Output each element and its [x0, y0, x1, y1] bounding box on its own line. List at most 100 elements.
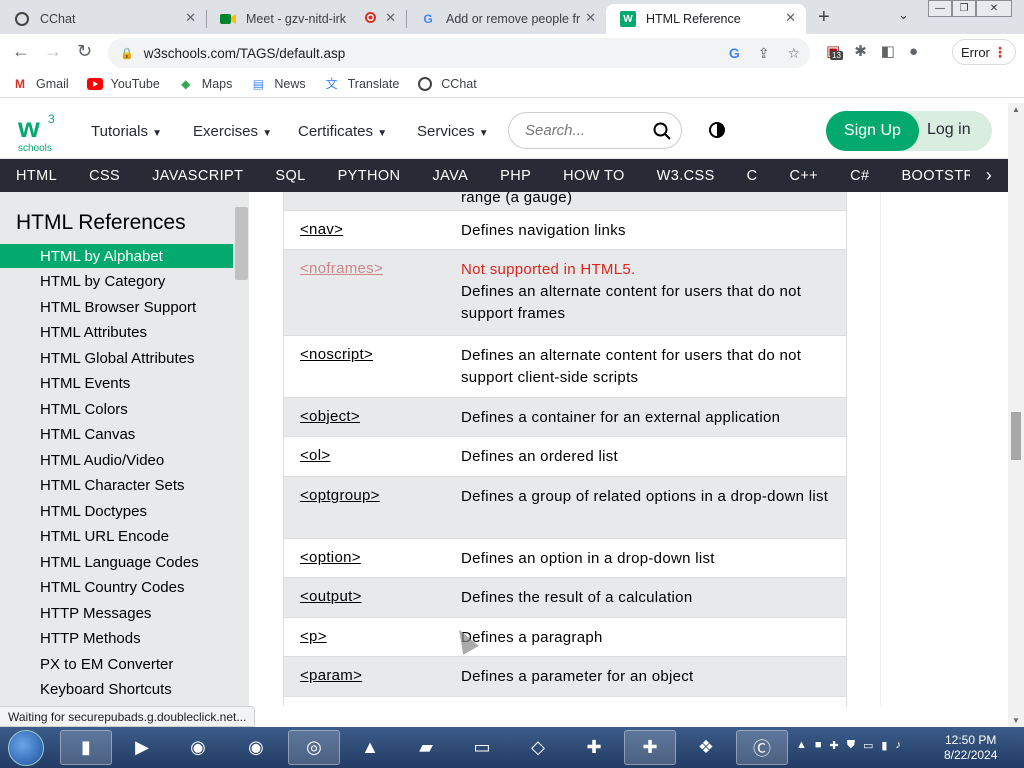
- bookmark-translate[interactable]: 文 Translate: [324, 77, 400, 92]
- tray-expand-icon[interactable]: ▲: [796, 739, 807, 752]
- bookmark-cchat[interactable]: CChat: [417, 76, 477, 91]
- nav-css[interactable]: CSS: [89, 168, 120, 184]
- nav-csharp[interactable]: C#: [850, 168, 869, 184]
- tag-link[interactable]: <nav>: [300, 221, 343, 238]
- sidebar-item[interactable]: HTML Language Codes: [0, 550, 233, 574]
- close-icon[interactable]: ✕: [385, 10, 396, 26]
- tag-link[interactable]: <param>: [300, 667, 362, 684]
- address-bar[interactable]: 🔒 w3schools.com/TAGS/default.asp G ⇪ ☆: [108, 38, 810, 68]
- maximize-icon[interactable]: ❐: [952, 0, 976, 17]
- nav-javascript[interactable]: JAVASCRIPT: [152, 168, 243, 184]
- menu-exercises[interactable]: Exercises ▼: [193, 123, 272, 140]
- sidebar-item[interactable]: HTML Colors: [0, 397, 233, 421]
- page-scrollbar[interactable]: ▲ ▼: [1008, 103, 1024, 727]
- window-close-icon[interactable]: ✕: [976, 0, 1012, 17]
- search-input[interactable]: Search...: [508, 112, 682, 149]
- tray-volume-icon[interactable]: ♪: [895, 739, 901, 752]
- sidebar-item[interactable]: HTML Canvas: [0, 423, 233, 447]
- tray-shield-icon[interactable]: ⛊: [847, 739, 855, 752]
- back-icon[interactable]: ←: [12, 41, 30, 62]
- sidebar-scrollbar[interactable]: [235, 207, 248, 280]
- sidebar-item[interactable]: HTML Attributes: [0, 321, 233, 345]
- bookmark-star-icon[interactable]: ☆: [787, 45, 800, 62]
- sidebar-item[interactable]: HTML Audio/Video: [0, 448, 233, 472]
- menu-certificates[interactable]: Certificates ▼: [298, 123, 387, 140]
- sidebar-item[interactable]: HTML Doctypes: [0, 499, 233, 523]
- sidebar-item[interactable]: HTML Character Sets: [0, 474, 233, 498]
- bookmark-youtube[interactable]: YouTube: [86, 77, 160, 91]
- taskbar-visual-studio-icon[interactable]: ◇: [512, 730, 564, 765]
- scroll-down-icon[interactable]: ▼: [1012, 716, 1020, 725]
- log-in-button[interactable]: Log in: [927, 121, 971, 139]
- taskbar-app-plus-icon[interactable]: ✚: [568, 730, 620, 765]
- taskbar-firefox-dev-icon[interactable]: ◉: [172, 730, 224, 765]
- tab-html-reference[interactable]: W HTML Reference ✕: [606, 4, 806, 34]
- bookmark-maps[interactable]: ◆ Maps: [178, 77, 232, 91]
- close-icon[interactable]: ✕: [785, 10, 796, 26]
- nav-java[interactable]: JAVA: [432, 168, 468, 184]
- new-tab-icon[interactable]: +: [818, 6, 830, 29]
- side-panel-icon[interactable]: ◧: [881, 42, 895, 60]
- sidebar-item[interactable]: Keyboard Shortcuts: [0, 678, 233, 702]
- sidebar-item[interactable]: HTML Events: [0, 372, 233, 396]
- close-icon[interactable]: ✕: [185, 10, 196, 26]
- google-lens-icon[interactable]: G: [729, 45, 740, 62]
- scrollbar-thumb[interactable]: [1011, 412, 1021, 460]
- tray-app-icon[interactable]: ■: [815, 739, 822, 752]
- nav-w3css[interactable]: W3.CSS: [657, 168, 715, 184]
- chevron-down-icon[interactable]: ⌄: [898, 7, 909, 23]
- sidebar-item[interactable]: HTML by Category: [0, 270, 233, 294]
- tag-link[interactable]: <optgroup>: [300, 487, 380, 504]
- tray-display-icon[interactable]: ▭: [863, 739, 873, 752]
- nav-how-to[interactable]: HOW TO: [563, 168, 624, 184]
- sidebar-item[interactable]: HTML Global Attributes: [0, 346, 233, 370]
- nav-c[interactable]: C: [747, 168, 758, 184]
- sign-up-button[interactable]: Sign Up: [826, 111, 919, 151]
- close-icon[interactable]: ✕: [585, 10, 596, 26]
- tag-link[interactable]: <ol>: [300, 447, 330, 464]
- sidebar-item[interactable]: HTML Browser Support: [0, 295, 233, 319]
- dark-mode-toggle-icon[interactable]: [709, 122, 725, 138]
- taskbar-chrome-icon[interactable]: ◎: [288, 730, 340, 765]
- share-icon[interactable]: ⇪: [758, 45, 770, 62]
- nav-cpp[interactable]: C++: [790, 168, 819, 184]
- sidebar-item[interactable]: HTML URL Encode: [0, 525, 233, 549]
- chevron-right-icon[interactable]: ›: [970, 159, 1008, 192]
- profile-icon[interactable]: ●: [909, 43, 918, 60]
- start-button-icon[interactable]: [8, 730, 44, 766]
- sidebar-item[interactable]: PX to EM Converter: [0, 652, 233, 676]
- sidebar-item[interactable]: HTML by Alphabet: [0, 244, 233, 268]
- taskbar-app-media-icon[interactable]: ▶: [116, 730, 168, 765]
- taskbar-firefox-icon[interactable]: ◉: [230, 730, 282, 765]
- tag-link[interactable]: <option>: [300, 549, 361, 566]
- tag-link[interactable]: <object>: [300, 408, 360, 425]
- tray-app-icon[interactable]: ✚: [830, 739, 839, 752]
- puzzle-icon[interactable]: ✱: [854, 42, 867, 60]
- nav-python[interactable]: PYTHON: [338, 168, 401, 184]
- taskbar-app-window-icon[interactable]: ▰: [400, 730, 452, 765]
- nav-sql[interactable]: SQL: [275, 168, 305, 184]
- taskbar-cchat-icon[interactable]: Ⓒ: [736, 730, 788, 765]
- nav-php[interactable]: PHP: [500, 168, 531, 184]
- menu-services[interactable]: Services ▼: [417, 123, 489, 140]
- tab-meet[interactable]: Meet - gzv-nitd-irk ✕: [206, 4, 406, 34]
- tab-cchat[interactable]: CChat ✕: [0, 4, 206, 34]
- w3schools-logo[interactable]: w 3 schools: [16, 111, 60, 154]
- sidebar-item[interactable]: HTTP Methods: [0, 627, 233, 651]
- error-button[interactable]: Error ⋮: [952, 39, 1016, 65]
- sidebar-item[interactable]: HTTP Messages: [0, 601, 233, 625]
- tray-network-icon[interactable]: ▮: [881, 739, 887, 752]
- minimize-icon[interactable]: —: [928, 0, 952, 17]
- taskbar-app-plus-active-icon[interactable]: ✚: [624, 730, 676, 765]
- taskbar-vlc-icon[interactable]: ▲: [344, 730, 396, 765]
- tab-google[interactable]: G Add or remove people fr ✕: [406, 4, 606, 34]
- tag-link[interactable]: <noscript>: [300, 346, 373, 363]
- sidebar-item[interactable]: HTML Country Codes: [0, 576, 233, 600]
- taskbar-computer-icon[interactable]: ▭: [456, 730, 508, 765]
- taskbar-network-app-icon[interactable]: ❖: [680, 730, 732, 765]
- forward-icon[interactable]: →: [44, 41, 62, 62]
- tag-link[interactable]: <noframes>: [300, 260, 383, 277]
- tag-link[interactable]: <output>: [300, 588, 362, 605]
- taskbar-app-terminal-icon[interactable]: ▮: [60, 730, 112, 765]
- clock[interactable]: 12:50 PM 8/22/2024: [944, 733, 997, 763]
